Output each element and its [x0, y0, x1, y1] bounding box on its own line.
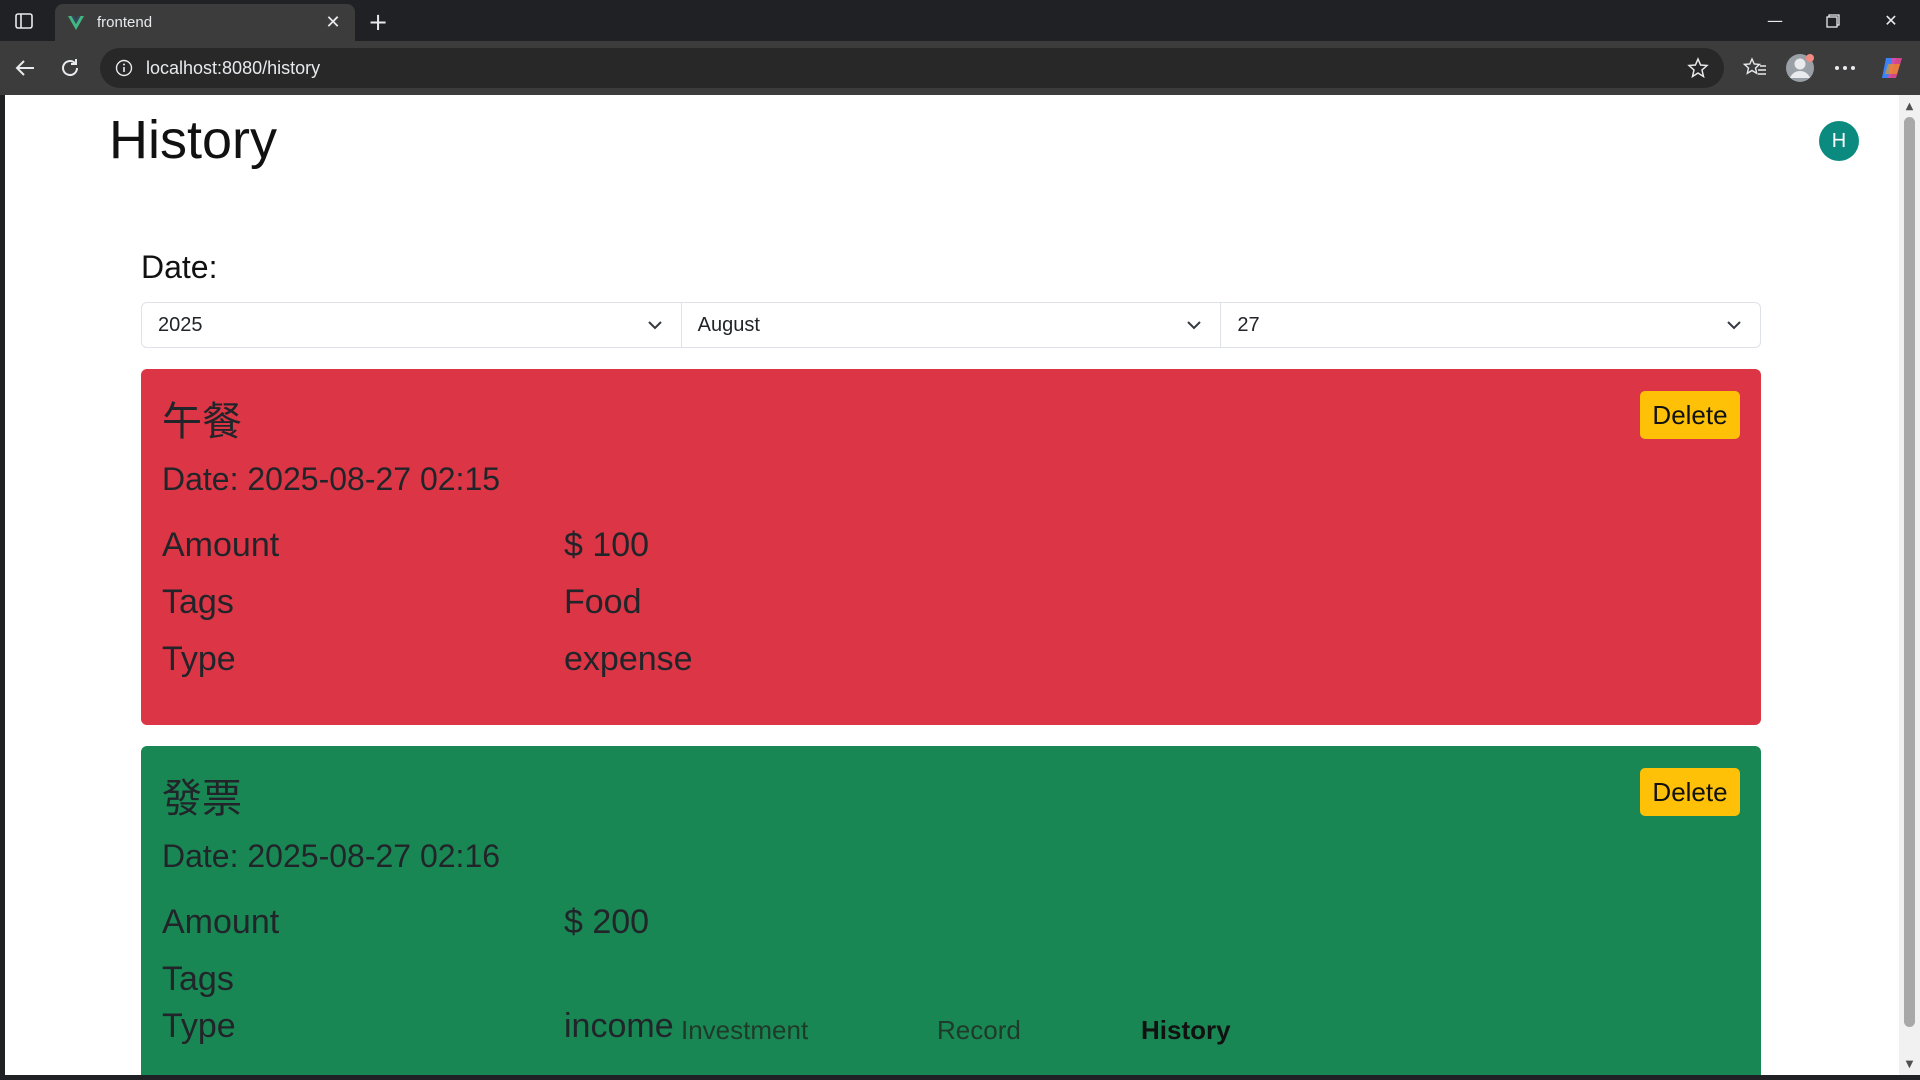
record-row-tags: Tags Food — [162, 583, 1740, 640]
new-tab-icon[interactable]: + — [364, 8, 392, 36]
type-value: income — [564, 1007, 674, 1045]
nav-history[interactable]: History — [1141, 1015, 1231, 1046]
delete-button[interactable]: Delete — [1640, 391, 1740, 439]
tags-label: Tags — [162, 583, 234, 621]
back-arrow-icon[interactable] — [8, 51, 42, 85]
record-row-type: Type expense — [162, 640, 1740, 697]
year-select-value: 2025 — [158, 313, 203, 336]
record-row-amount: Amount $ 100 — [162, 526, 1740, 583]
tags-label: Tags — [162, 960, 234, 998]
bookmark-star-icon[interactable] — [1686, 56, 1710, 80]
browser-tab-bar: frontend ✕ + — ✕ — [0, 0, 1920, 41]
scroll-up-arrow-icon[interactable]: ▲ — [1903, 99, 1916, 113]
delete-button[interactable]: Delete — [1640, 768, 1740, 816]
type-label: Type — [162, 640, 236, 678]
sidebar-toggle-icon[interactable] — [12, 10, 36, 32]
avatar[interactable]: H — [1819, 121, 1859, 161]
record-date: Date: 2025-08-27 02:16 — [162, 838, 501, 874]
type-label: Type — [162, 1007, 236, 1045]
nav-investment[interactable]: Investment — [681, 1015, 937, 1046]
restore-icon[interactable] — [1804, 0, 1862, 41]
record-row-amount: Amount $ 200 — [162, 903, 1740, 960]
month-select[interactable]: August — [682, 303, 1222, 347]
year-select[interactable]: 2025 — [142, 303, 682, 347]
date-label: Date: — [141, 249, 218, 285]
type-value: expense — [564, 640, 693, 678]
reload-icon[interactable] — [53, 51, 87, 85]
record-title: 午餐 — [162, 399, 242, 445]
tab-close-icon[interactable]: ✕ — [323, 12, 343, 33]
amount-label: Amount — [162, 526, 280, 564]
chevron-down-icon — [645, 315, 665, 335]
scroll-down-arrow-icon[interactable]: ▼ — [1903, 1057, 1916, 1071]
record-card: 午餐 Date: 2025-08-27 02:15 Amount $ 100 T… — [141, 369, 1761, 725]
close-window-icon[interactable]: ✕ — [1862, 0, 1920, 41]
window-controls: — ✕ — [1746, 0, 1920, 41]
amount-value: $ 200 — [564, 903, 650, 941]
favorites-icon[interactable] — [1738, 51, 1772, 85]
copilot-icon[interactable] — [1875, 51, 1909, 85]
more-menu-icon[interactable] — [1828, 51, 1862, 85]
url-text: localhost:8080/history — [146, 57, 321, 78]
site-info-icon[interactable] — [114, 58, 134, 78]
amount-label: Amount — [162, 903, 280, 941]
page-viewport: History H Date: 2025 August 27 午餐 Date: … — [5, 95, 1899, 1075]
page-title: History — [109, 110, 278, 170]
date-selectors: 2025 August 27 — [141, 302, 1761, 348]
page-scrollbar[interactable]: ▲ ▼ — [1899, 95, 1920, 1075]
vue-logo-icon — [67, 14, 85, 32]
record-row-tags: Tags — [162, 960, 1740, 1007]
tab-title: frontend — [97, 14, 153, 31]
day-select-value: 27 — [1237, 313, 1260, 336]
tags-value: Food — [564, 583, 642, 621]
bottom-nav: Investment Record History — [681, 1015, 1231, 1046]
amount-value: $ 100 — [564, 526, 650, 564]
browser-toolbar: localhost:8080/history — [0, 41, 1920, 95]
day-select[interactable]: 27 — [1221, 303, 1760, 347]
address-bar[interactable]: localhost:8080/history — [100, 48, 1724, 88]
profile-icon[interactable] — [1783, 51, 1817, 85]
record-date: Date: 2025-08-27 02:15 — [162, 461, 501, 497]
chevron-down-icon — [1184, 315, 1204, 335]
scroll-thumb[interactable] — [1904, 117, 1915, 1027]
nav-record[interactable]: Record — [937, 1015, 1141, 1046]
browser-tab[interactable]: frontend ✕ — [55, 4, 355, 41]
minimize-icon[interactable]: — — [1746, 0, 1804, 41]
chevron-down-icon — [1724, 315, 1744, 335]
record-title: 發票 — [162, 776, 242, 822]
month-select-value: August — [697, 313, 760, 336]
